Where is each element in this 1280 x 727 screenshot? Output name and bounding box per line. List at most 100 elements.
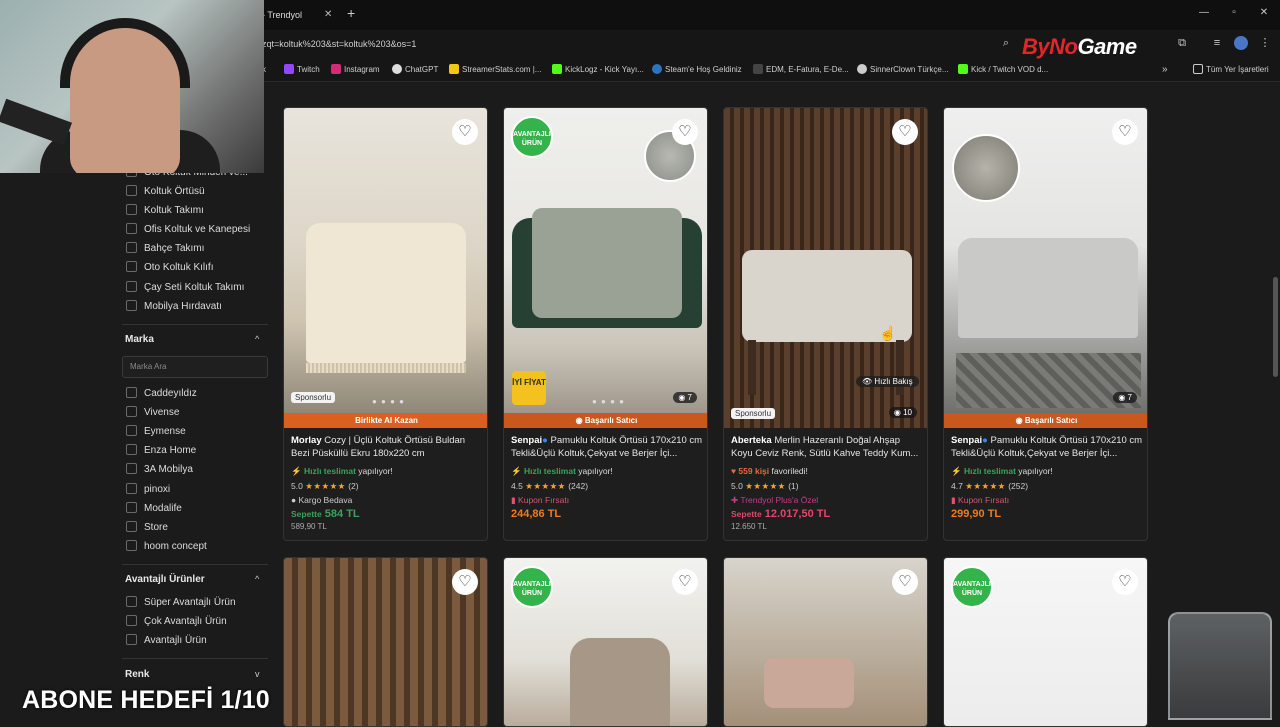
brand-filter-item[interactable]: Eymense [126,424,186,440]
scroll-thumb[interactable] [1273,277,1278,377]
checkbox[interactable] [126,204,137,215]
product-card[interactable]: AVANTAJLI ÜRÜN ♡ [943,557,1148,727]
category-filter-item[interactable]: Ofis Koltuk ve Kanepesi [126,222,250,238]
category-filter-item[interactable]: Koltuk Örtüsü [126,184,205,200]
category-filter-item[interactable]: Koltuk Takımı [126,203,204,219]
image-count: ◉ 7 [673,392,697,403]
streamer-logo: ByNoGame [1022,34,1137,59]
checkbox[interactable] [126,261,137,272]
page-scrollbar[interactable] [1271,82,1280,720]
url-text[interactable]: zqt=koltuk%203&st=koltuk%203&os=1 [262,39,416,49]
product-price: 244,86 TL [511,508,562,520]
heart-icon[interactable]: ♡ [892,119,918,145]
all-bookmarks-folder[interactable]: Tüm Yer İşaretleri [1193,63,1269,77]
bookmark-item[interactable]: Steam'e Hoş Geldiniz [652,63,742,77]
category-filter-item[interactable]: Bahçe Takımı [126,241,204,257]
checkbox[interactable] [126,634,137,645]
product-card[interactable]: ♡ Sponsorlu ● ● ● ● Birlikte Al Kazan Mo… [283,107,488,541]
product-card[interactable]: ♡ 👁 Hızlı Bakış Sponsorlu ◉ 10 Aberteka … [723,107,928,541]
checkbox[interactable] [126,463,137,474]
checkbox[interactable] [126,425,137,436]
heart-icon[interactable]: ♡ [1112,569,1138,595]
chevron-up-icon[interactable]: ^ [255,334,259,344]
bookmark-item[interactable]: Kick / Twitch VOD d... [958,63,1048,77]
extensions-icon[interactable]: ⧉ [1175,36,1189,50]
close-window-icon[interactable]: ✕ [1256,7,1272,18]
bookmark-item[interactable]: KickLogz - Kick Yayı... [552,63,644,77]
brand-search-input[interactable]: Marka Ara [122,356,268,378]
tab-close-icon[interactable]: ✕ [324,9,332,20]
product-card[interactable]: ♡ [723,557,928,727]
chevron-down-icon[interactable]: v [255,669,260,679]
advantage-filter-title[interactable]: Avantajlı Ürünler [125,574,205,585]
brand-filter-item[interactable]: Store [126,520,168,536]
brand-filter-item[interactable]: 3A Mobilya [126,462,193,478]
checkbox[interactable] [126,615,137,626]
heart-icon[interactable]: ♡ [892,569,918,595]
checkbox[interactable] [126,596,137,607]
old-price: 12.650 TL [731,522,767,531]
new-tab-button[interactable]: + [347,5,355,21]
profile-icon[interactable] [1234,36,1248,50]
brand-filter-item[interactable]: hoom concept [126,539,207,555]
product-title[interactable]: Senpai● Pamuklu Koltuk Örtüsü 170x210 cm… [511,434,703,460]
good-price-badge: İYİ FİYAT [512,371,546,405]
product-title[interactable]: Senpai● Pamuklu Koltuk Örtüsü 170x210 cm… [951,434,1143,460]
menu-icon[interactable]: ⋮ [1258,36,1272,50]
checkbox[interactable] [126,444,137,455]
product-card[interactable]: AVANTAJLI ÜRÜN ♡ [503,557,708,727]
brand-filter-title[interactable]: Marka [125,334,154,345]
checkbox[interactable] [126,387,137,398]
heart-icon[interactable]: ♡ [1112,119,1138,145]
checkbox[interactable] [126,521,137,532]
product-title[interactable]: Morlay Cozy | Üçlü Koltuk Örtüsü Buldan … [291,434,483,460]
brand-filter-item[interactable]: pinoxi [126,482,170,498]
chevron-up-icon[interactable]: ^ [255,574,259,584]
product-title[interactable]: Aberteka Merlin Hazeranlı Doğal Ahşap Ko… [731,434,923,460]
minimize-icon[interactable]: — [1196,7,1212,18]
checkbox[interactable] [126,406,137,417]
bookmark-item[interactable]: SinnerClown Türkçe... [857,63,949,77]
category-filter-item[interactable]: Oto Koltuk Kılıfı [126,260,213,276]
divider [122,658,268,659]
product-card[interactable]: AVANTAJLI ÜRÜN İYİ FİYAT ♡ ● ● ● ● ◉ 7 ◉… [503,107,708,541]
maximize-icon[interactable]: ▫ [1226,7,1242,18]
checkbox[interactable] [126,300,137,311]
rating: 4.7 ★★★★★ (252) [951,481,1029,491]
product-image[interactable] [284,108,487,413]
heart-icon[interactable]: ♡ [452,569,478,595]
bookmark-item[interactable]: ChatGPT [392,63,438,77]
checkbox[interactable] [126,185,137,196]
bookmark-item[interactable]: Instagram [331,63,380,77]
brand-filter-item[interactable]: Modalife [126,501,182,517]
bookmarks-more-icon[interactable]: » [1162,63,1168,77]
media-icon[interactable]: ≡ [1210,36,1224,50]
brand-filter-item[interactable]: Vivense [126,405,179,421]
heart-icon[interactable]: ♡ [672,119,698,145]
checkbox[interactable] [126,281,137,292]
heart-icon[interactable]: ♡ [672,569,698,595]
checkbox[interactable] [126,483,137,494]
heart-icon[interactable]: ♡ [452,119,478,145]
checkbox[interactable] [126,540,137,551]
quick-view-button[interactable]: 👁 Hızlı Bakış [856,376,919,387]
product-image[interactable] [944,108,1147,413]
checkbox[interactable] [126,242,137,253]
free-shipping-tag: ● Kargo Bedava [291,495,353,505]
bookmark-item[interactable]: Twitch [284,63,320,77]
bookmark-item[interactable]: StreamerStats.com |... [449,63,541,77]
color-filter-title[interactable]: Renk [125,669,149,680]
zoom-icon[interactable]: ⌕ [999,36,1013,50]
advantage-filter-item[interactable]: Çok Avantajlı Ürün [126,614,227,630]
bookmark-item[interactable]: EDM, E-Fatura, E-De... [753,63,849,77]
advantage-filter-item[interactable]: Avantajlı Ürün [126,633,207,649]
category-filter-item[interactable]: Mobilya Hırdavatı [126,299,222,315]
brand-filter-item[interactable]: Caddeyıldız [126,386,197,402]
product-card[interactable]: ♡ ◉ 7 ◉ Başarılı Satıcı Senpai● Pamuklu … [943,107,1148,541]
brand-filter-item[interactable]: Enza Home [126,443,196,459]
checkbox[interactable] [126,223,137,234]
product-card[interactable]: ♡ [283,557,488,727]
category-filter-item[interactable]: Çay Seti Koltuk Takımı [126,280,244,296]
advantage-filter-item[interactable]: Süper Avantajlı Ürün [126,595,236,611]
checkbox[interactable] [126,502,137,513]
